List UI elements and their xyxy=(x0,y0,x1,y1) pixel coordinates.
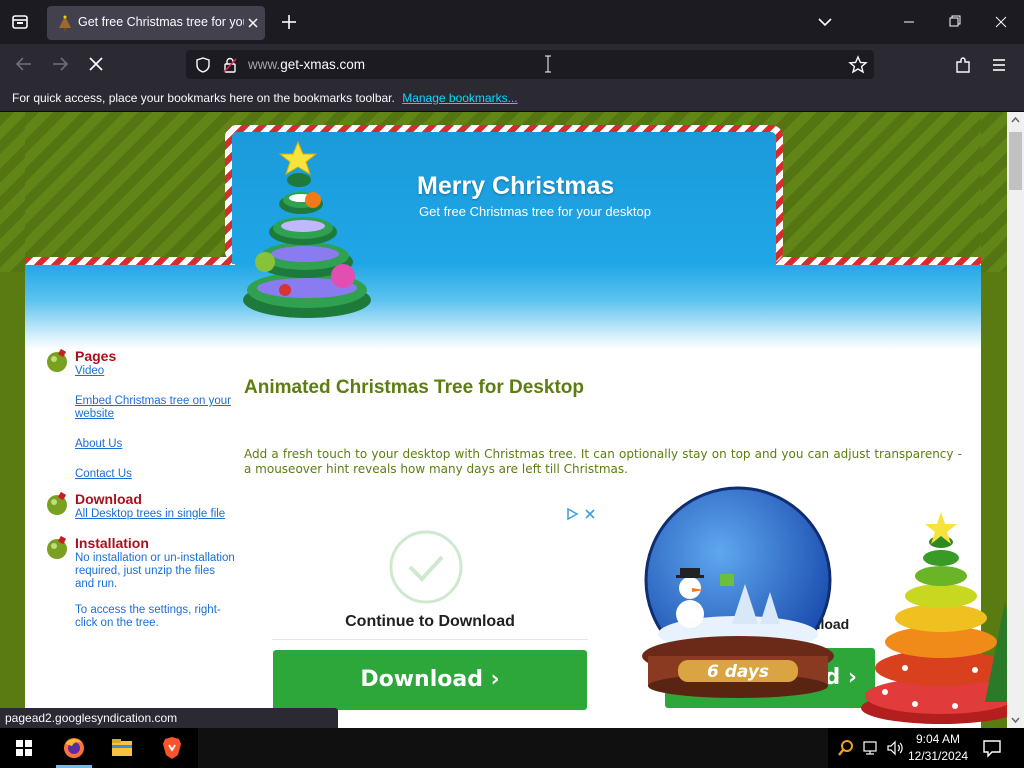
stop-loading-icon[interactable] xyxy=(84,52,108,76)
tree-favicon-icon xyxy=(59,15,71,31)
christmas-tree-logo-icon xyxy=(243,140,371,318)
snow-globe-icon[interactable]: 6 days xyxy=(630,484,845,704)
text-cursor-icon xyxy=(545,55,551,73)
url-text[interactable]: www.get-xmas.com xyxy=(248,57,365,72)
ad-divider xyxy=(272,639,588,640)
url-domain: get-xmas.com xyxy=(280,57,366,72)
bookmarks-toolbar: For quick access, place your bookmarks h… xyxy=(0,84,1024,112)
tab-title: Get free Christmas tree for your desktop xyxy=(78,15,244,29)
notifications-icon[interactable] xyxy=(980,736,1004,760)
hamburger-menu-icon[interactable] xyxy=(988,54,1010,76)
sidebar: Pages Video Embed Christmas tree on your… xyxy=(45,348,235,636)
sidebar-heading-download: Download xyxy=(75,491,142,507)
sidebar-section-download: Download All Desktop trees in single fil… xyxy=(45,491,235,521)
checkmark-circle-icon xyxy=(389,530,463,604)
taskbar-background-art xyxy=(198,728,828,768)
globe-days-label: 6 days xyxy=(707,662,769,682)
chevron-down-icon[interactable] xyxy=(815,12,835,32)
volume-speaker-icon[interactable] xyxy=(885,738,905,758)
page-container: Merry Christmas Get free Christmas tree … xyxy=(25,112,1007,728)
navigation-toolbar: www.get-xmas.com xyxy=(0,44,1024,84)
system-clock[interactable]: 9:04 AM 12/31/2024 xyxy=(908,731,968,765)
sidebar-link-all-trees[interactable]: All Desktop trees in single file xyxy=(75,508,235,521)
installation-text: No installation or un-installation requi… xyxy=(75,552,235,590)
sidebar-heading-pages: Pages xyxy=(75,348,117,364)
close-tab-icon[interactable] xyxy=(244,14,262,32)
close-window-icon[interactable] xyxy=(978,8,1024,36)
sidebar-link-video[interactable]: Video xyxy=(75,365,235,378)
adchoices-icon[interactable] xyxy=(566,507,598,521)
status-bar-url: pagead2.googlesyndication.com xyxy=(0,708,338,728)
sidebar-link-about[interactable]: About Us xyxy=(75,438,235,451)
back-arrow-icon[interactable] xyxy=(12,52,36,76)
url-host-prefix: www. xyxy=(248,57,281,72)
settings-hint-text: To access the settings, right-click on t… xyxy=(75,604,221,629)
firefox-icon xyxy=(64,738,84,758)
brave-browser-icon[interactable] xyxy=(150,728,194,768)
forward-arrow-icon[interactable] xyxy=(48,52,72,76)
clock-date: 12/31/2024 xyxy=(908,749,969,763)
sidebar-link-embed[interactable]: Embed Christmas tree on your website xyxy=(75,395,235,421)
scroll-up-arrow-icon[interactable] xyxy=(1007,112,1024,129)
content-paragraph: Add a fresh touch to your desktop with C… xyxy=(244,447,962,476)
tracking-shield-icon[interactable] xyxy=(194,56,212,74)
network-icon[interactable] xyxy=(861,738,881,758)
lit-christmas-tree-icon[interactable] xyxy=(845,492,1007,728)
candy-cane-border-left xyxy=(25,257,235,265)
ad-download-button[interactable]: Download › xyxy=(273,650,587,710)
windows-start-icon[interactable] xyxy=(2,728,46,768)
clock-time: 9:04 AM xyxy=(915,732,961,746)
ornament-ball-icon xyxy=(47,491,67,515)
scrollbar-thumb[interactable] xyxy=(1009,132,1022,190)
search-magnifier-icon[interactable] xyxy=(836,738,856,758)
bookmark-star-icon[interactable] xyxy=(848,55,868,75)
candy-cane-border-right xyxy=(775,257,981,265)
scroll-down-arrow-icon[interactable] xyxy=(1007,711,1024,728)
extensions-puzzle-icon[interactable] xyxy=(952,54,974,76)
ad-headline: Continue to Download xyxy=(345,613,515,630)
taskbar-firefox[interactable] xyxy=(52,728,96,768)
banner-title: Merry Christmas xyxy=(417,172,615,200)
page-viewport: Merry Christmas Get free Christmas tree … xyxy=(0,112,1007,728)
header-sky xyxy=(25,260,981,350)
ornament-ball-icon xyxy=(47,535,67,559)
active-tab[interactable]: Get free Christmas tree for your desktop xyxy=(47,6,265,40)
firefox-view-icon xyxy=(12,15,28,29)
ad-banner[interactable]: Continue to Download Download › xyxy=(270,507,600,728)
banner-subtitle: Get free Christmas tree for your desktop xyxy=(419,204,651,219)
ornament-ball-icon xyxy=(47,348,67,372)
windows-taskbar: 9:04 AM 12/31/2024 xyxy=(0,728,1024,768)
minimize-icon[interactable] xyxy=(886,8,932,36)
restore-icon[interactable] xyxy=(932,8,978,36)
firefox-view-button[interactable] xyxy=(8,10,32,34)
sidebar-section-pages: Pages Video Embed Christmas tree on your… xyxy=(45,348,235,481)
tab-bar: Get free Christmas tree for your desktop xyxy=(0,0,1024,44)
page-scrollbar[interactable] xyxy=(1007,112,1024,728)
address-bar[interactable]: www.get-xmas.com xyxy=(186,50,874,79)
content-title: Animated Christmas Tree for Desktop xyxy=(244,377,584,398)
bookmarks-message: For quick access, place your bookmarks h… xyxy=(12,91,395,105)
new-tab-plus-icon[interactable] xyxy=(279,12,299,32)
insecure-lock-icon[interactable] xyxy=(221,56,239,74)
sidebar-heading-installation: Installation xyxy=(75,535,149,551)
sidebar-link-contact[interactable]: Contact Us xyxy=(75,468,235,481)
manage-bookmarks-link[interactable]: Manage bookmarks... xyxy=(402,91,517,105)
sidebar-section-installation: Installation No installation or un-insta… xyxy=(45,535,235,630)
file-explorer-icon[interactable] xyxy=(100,728,144,768)
